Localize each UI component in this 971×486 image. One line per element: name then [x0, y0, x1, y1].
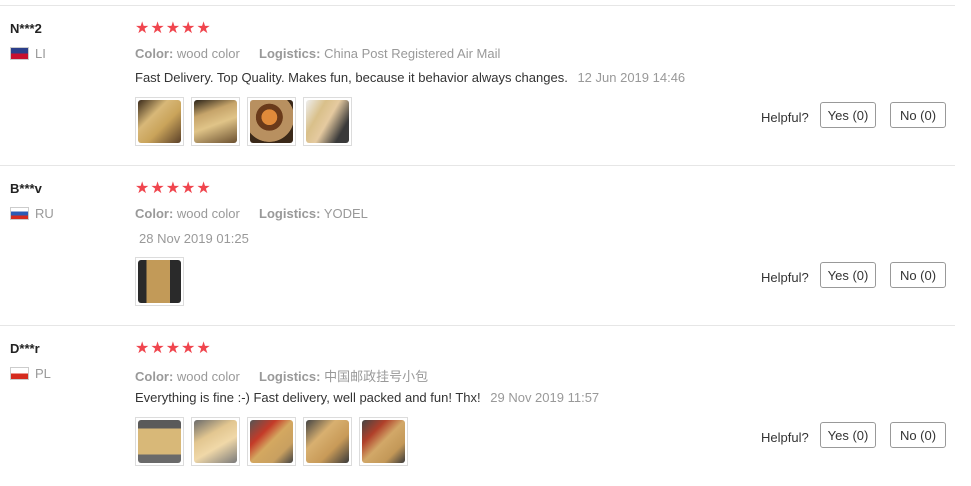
color-value: wood color [176, 46, 240, 61]
country-code: LI [35, 46, 46, 61]
review-text-line: Everything is fine :-) Fast delivery, we… [135, 390, 599, 405]
review-photos [135, 97, 352, 146]
flag-liechtenstein-icon [10, 47, 29, 60]
color-label: Color: [135, 206, 174, 221]
logistics-value: 中国邮政挂号小包 [324, 369, 429, 384]
reviewer-name: N***2 [10, 21, 42, 36]
review-date: 12 Jun 2019 14:46 [577, 70, 686, 85]
reviewer-country: PL [10, 366, 51, 381]
flag-poland-icon [10, 367, 29, 380]
review-photos [135, 257, 184, 306]
helpful-no-button[interactable]: No (0) [890, 422, 946, 448]
reviewer-country: RU [10, 206, 54, 221]
reviewer-country: LI [10, 46, 46, 61]
country-code: RU [35, 206, 54, 221]
review-photo-thumbnail[interactable] [191, 417, 240, 466]
review-photo-thumbnail[interactable] [303, 97, 352, 146]
star-rating: ★★★★★ [135, 180, 212, 197]
review-item: N***2 LI ★★★★★ Color: wood color Logisti… [0, 5, 955, 166]
helpful-label: Helpful? [761, 110, 809, 125]
helpful-no-button[interactable]: No (0) [890, 102, 946, 128]
logistics-label: Logistics: [259, 206, 321, 221]
color-value: wood color [176, 369, 240, 384]
helpful-yes-button[interactable]: Yes (0) [820, 422, 876, 448]
review-photo-thumbnail[interactable] [303, 417, 352, 466]
order-attributes: Color: wood color Logistics: China Post … [135, 46, 500, 61]
review-photo-thumbnail[interactable] [247, 97, 296, 146]
color-label: Color: [135, 369, 174, 384]
review-photo-thumbnail[interactable] [135, 97, 184, 146]
review-item: B***v RU ★★★★★ Color: wood color Logisti… [0, 165, 955, 326]
review-text: Everything is fine :-) Fast delivery, we… [135, 390, 481, 405]
review-photo-thumbnail[interactable] [135, 417, 184, 466]
logistics-value: YODEL [323, 206, 368, 221]
helpful-label: Helpful? [761, 430, 809, 445]
review-text-line: Fast Delivery. Top Quality. Makes fun, b… [135, 70, 685, 85]
reviewer-name: D***r [10, 341, 40, 356]
logistics-value: China Post Registered Air Mail [324, 46, 501, 61]
color-label: Color: [135, 46, 174, 61]
review-date: 28 Nov 2019 01:25 [139, 231, 249, 246]
logistics-label: Logistics: [259, 369, 321, 384]
star-rating: ★★★★★ [135, 340, 212, 357]
review-photo-thumbnail[interactable] [135, 257, 184, 306]
review-item: D***r PL ★★★★★ Color: wood color Logisti… [0, 325, 955, 486]
order-attributes: Color: wood color Logistics: YODEL [135, 206, 368, 221]
review-photo-thumbnail[interactable] [247, 417, 296, 466]
logistics-label: Logistics: [259, 46, 321, 61]
order-attributes: Color: wood color Logistics: 中国邮政挂号小包 [135, 366, 428, 385]
flag-russia-icon [10, 207, 29, 220]
reviewer-name: B***v [10, 181, 42, 196]
country-code: PL [35, 366, 51, 381]
review-text: Fast Delivery. Top Quality. Makes fun, b… [135, 70, 568, 85]
review-photo-thumbnail[interactable] [191, 97, 240, 146]
review-date: 29 Nov 2019 11:57 [490, 390, 600, 405]
helpful-no-button[interactable]: No (0) [890, 262, 946, 288]
review-photo-thumbnail[interactable] [359, 417, 408, 466]
review-photos [135, 417, 408, 466]
helpful-yes-button[interactable]: Yes (0) [820, 262, 876, 288]
helpful-label: Helpful? [761, 270, 809, 285]
helpful-yes-button[interactable]: Yes (0) [820, 102, 876, 128]
star-rating: ★★★★★ [135, 20, 212, 37]
color-value: wood color [176, 206, 240, 221]
